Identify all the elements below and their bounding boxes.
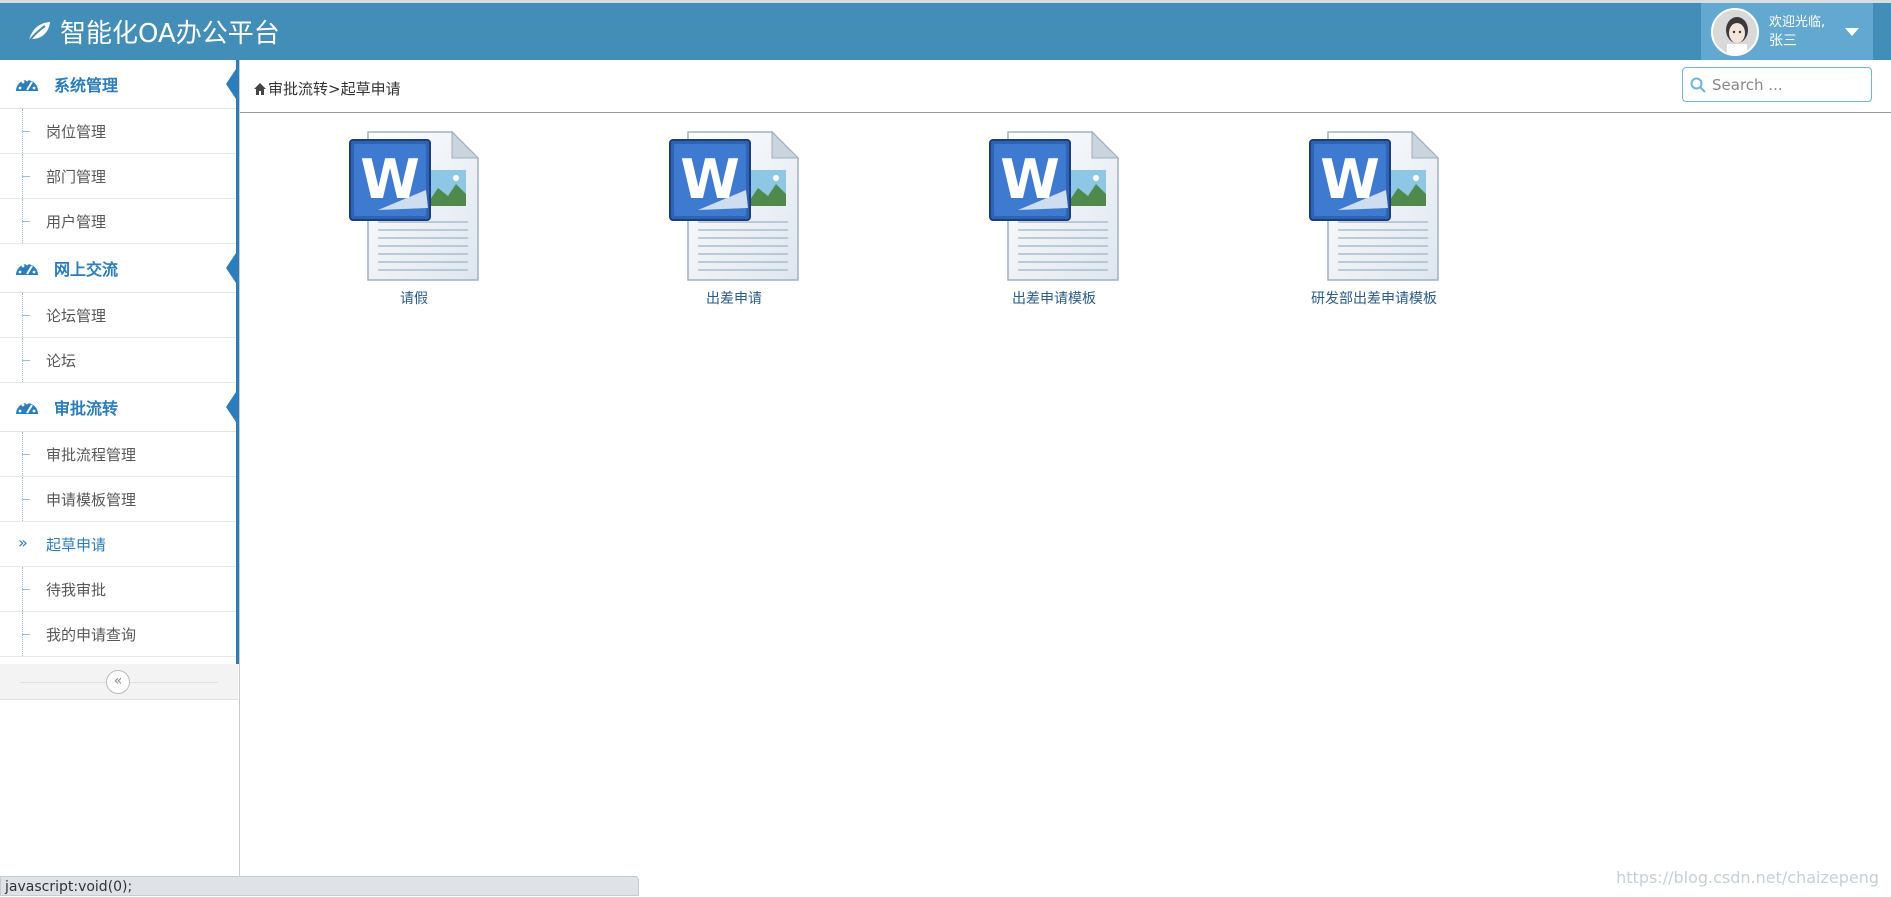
sidebar-item-users[interactable]: 用户管理 (0, 199, 238, 244)
sidebar: 系统管理 岗位管理 部门管理 用户管理 网上交流 论坛管理 论坛 审批流转 审批… (0, 60, 240, 896)
breadcrumb: 审批流转 > 起草申请 (253, 78, 401, 99)
sidebar-item-forum[interactable]: 论坛 (0, 338, 238, 383)
sidebar-item-label: 论坛管理 (46, 306, 107, 325)
sidebar-section-label: 网上交流 (54, 260, 119, 279)
sidebar-item-label: 审批流程管理 (46, 445, 137, 464)
sidebar-item-positions[interactable]: 岗位管理 (0, 109, 238, 154)
sidebar-item-template-admin[interactable]: 申请模板管理 (0, 477, 238, 522)
sidebar-section-approval[interactable]: 审批流转 (0, 383, 238, 432)
double-chevron-left-icon[interactable]: « (106, 670, 130, 694)
dashboard-icon (16, 262, 38, 275)
brand-title: 智能化OA办公平台 (60, 18, 280, 49)
sidebar-item-draft-request[interactable]: » 起草申请 (0, 522, 238, 567)
breadcrumb-parent[interactable]: 审批流转 (268, 78, 328, 99)
sidebar-section-system[interactable]: 系统管理 (0, 60, 238, 109)
search-box (1682, 67, 1872, 102)
sidebar-item-forum-admin[interactable]: 论坛管理 (0, 293, 238, 338)
user-menu-toggle[interactable]: 欢迎光临, 张三 (1701, 3, 1873, 60)
breadcrumb-separator: > (328, 79, 341, 98)
top-navbar: 智能化OA办公平台 欢迎光临, 张三 (0, 0, 1891, 60)
watermark: https://blog.csdn.net/chaizepeng (1616, 868, 1879, 887)
document-tile[interactable]: W 研发部出差申请模板 (1284, 130, 1464, 308)
sidebar-active-border (236, 60, 239, 664)
sidebar-item-label: 用户管理 (46, 212, 107, 231)
word-document-icon: W (1284, 130, 1464, 282)
sidebar-section-forum[interactable]: 网上交流 (0, 244, 238, 293)
sidebar-item-workflow-admin[interactable]: 审批流程管理 (0, 432, 238, 477)
dashboard-icon (16, 401, 38, 414)
sidebar-section-label: 审批流转 (54, 399, 119, 418)
sidebar-item-pending-approval[interactable]: 待我审批 (0, 567, 238, 612)
sidebar-item-label: 我的申请查询 (46, 625, 137, 644)
sidebar-item-label: 岗位管理 (46, 122, 107, 141)
sidebar-item-my-requests[interactable]: 我的申请查询 (0, 612, 238, 657)
dashboard-icon (16, 78, 38, 91)
avatar (1711, 7, 1759, 56)
document-label: 研发部出差申请模板 (1311, 291, 1437, 307)
sidebar-item-label: 论坛 (46, 351, 77, 370)
browser-status-bar: javascript:void(0); (0, 876, 639, 896)
leaf-icon (28, 22, 50, 42)
welcome-block: 欢迎光临, 张三 (1769, 14, 1825, 50)
caret-down-icon (1845, 27, 1860, 36)
sidebar-item-label: 部门管理 (46, 167, 107, 186)
document-tile[interactable]: W 出差申请模板 (964, 130, 1144, 308)
user-name: 张三 (1769, 32, 1797, 49)
sidebar-menu: 系统管理 岗位管理 部门管理 用户管理 网上交流 论坛管理 论坛 审批流转 审批… (0, 60, 238, 657)
document-tile[interactable]: W 出差申请 (644, 130, 824, 308)
sidebar-item-label: 申请模板管理 (46, 490, 137, 509)
search-icon (1690, 77, 1706, 93)
document-label: 请假 (400, 291, 428, 307)
user-photo-icon (1713, 9, 1757, 54)
word-document-icon: W (324, 130, 504, 282)
sidebar-item-departments[interactable]: 部门管理 (0, 154, 238, 199)
breadcrumb-current: 起草申请 (340, 80, 401, 98)
search-input[interactable] (1712, 75, 1862, 94)
sidebar-collapse-bar: « (0, 664, 238, 700)
document-tile[interactable]: W 请假 (324, 130, 504, 308)
document-label: 出差申请模板 (1012, 291, 1096, 307)
sidebar-item-label: 起草申请 (46, 535, 107, 554)
document-label: 出差申请 (706, 291, 762, 307)
brand[interactable]: 智能化OA办公平台 (26, 13, 280, 49)
welcome-text: 欢迎光临, (1769, 14, 1826, 30)
sidebar-item-label: 待我审批 (46, 580, 107, 599)
breadcrumb-bar: 审批流转 > 起草申请 (240, 60, 1891, 113)
sidebar-section-label: 系统管理 (54, 76, 119, 95)
double-chevron-right-icon: » (18, 533, 28, 552)
home-icon (254, 82, 266, 95)
word-document-icon: W (644, 130, 824, 282)
word-document-icon: W (964, 130, 1144, 282)
